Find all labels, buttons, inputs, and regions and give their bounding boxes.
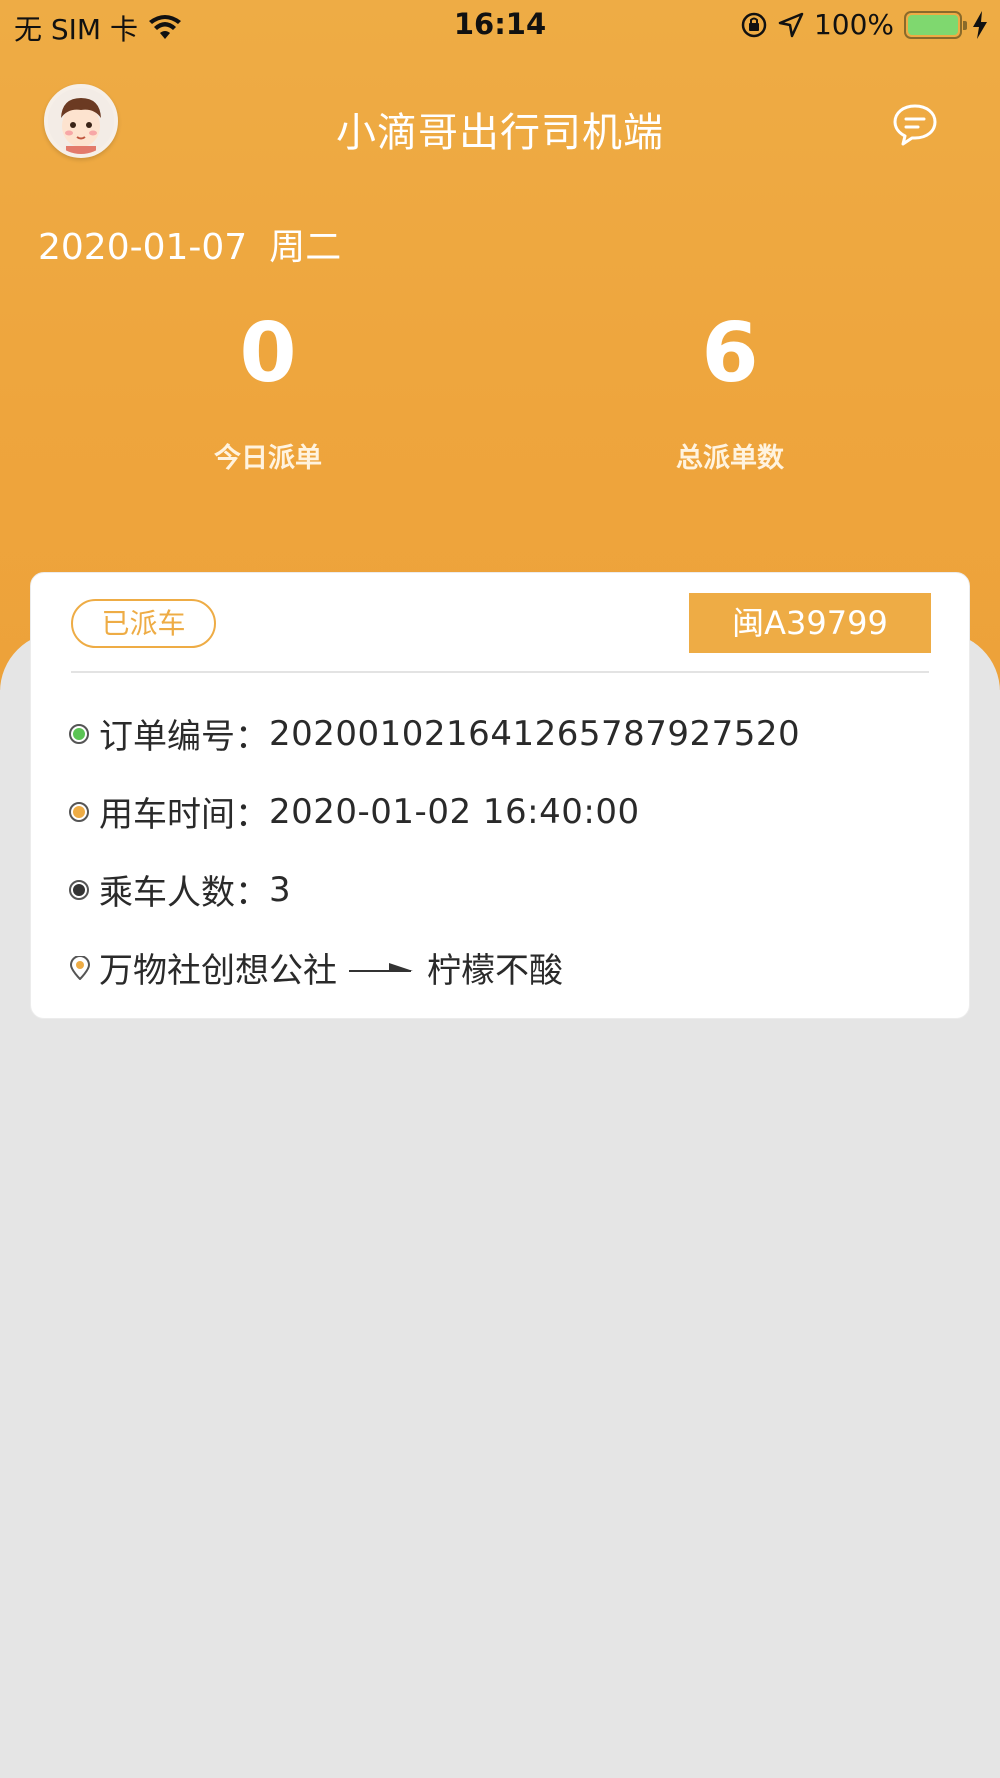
status-right: 100% [740, 8, 988, 41]
total-dispatch-stat: 6 总派单数 [580, 306, 880, 475]
orange-dot-icon [69, 801, 89, 822]
order-card[interactable]: 已派车 闽A39799 订单编号： 2020010216412657879275… [30, 572, 970, 1019]
message-icon[interactable] [890, 100, 940, 150]
license-plate: 闽A39799 [689, 593, 931, 653]
today-dispatch-label: 今日派单 [214, 443, 322, 474]
passengers-label: 乘车人数： [99, 873, 269, 913]
route-arrow-icon [349, 962, 413, 972]
status-bar: 无 SIM 卡 16:14 100% [0, 0, 1000, 50]
current-date: 2020-01-07 [38, 227, 248, 268]
order-number-value: 202001021641265787927520 [269, 713, 801, 754]
location-arrow-icon [778, 12, 804, 37]
ride-time-value: 2020-01-02 16:40:00 [269, 791, 640, 832]
passengers-value: 3 [269, 869, 292, 910]
app-title: 小滴哥出行司机端 [336, 110, 664, 156]
green-dot-icon [69, 723, 89, 744]
route-origin: 万物社创想公社 [99, 951, 337, 991]
today-dispatch-count: 0 [239, 306, 297, 401]
date-line: 2020-01-07 周二 [38, 218, 341, 270]
order-number-label: 订单编号： [99, 717, 269, 757]
ride-time-label: 用车时间： [99, 795, 269, 835]
order-number-row: 订单编号： 202001021641265787927520 [69, 709, 800, 758]
battery-level [908, 14, 958, 35]
orientation-lock-icon [741, 12, 767, 37]
total-dispatch-count: 6 [701, 306, 759, 401]
passengers-row: 乘车人数： 3 [69, 865, 291, 914]
route-destination: 柠檬不酸 [427, 951, 563, 991]
ride-time-row: 用车时间： 2020-01-02 16:40:00 [69, 787, 640, 836]
total-dispatch-label: 总派单数 [676, 443, 784, 474]
charging-bolt-icon [973, 10, 987, 39]
driver-home-screen: 无 SIM 卡 16:14 100% 小滴哥出行司机端 2020-01-07 周… [0, 0, 1000, 1778]
route-row: 万物社创想公社 柠檬不酸 [69, 943, 563, 992]
battery-percent: 100% [813, 8, 894, 41]
location-pin-icon [69, 955, 91, 980]
order-status-badge: 已派车 [71, 599, 216, 648]
black-dot-icon [69, 879, 89, 900]
current-weekday: 周二 [269, 227, 342, 268]
battery-icon [904, 10, 967, 39]
card-divider [71, 671, 929, 673]
today-dispatch-stat: 0 今日派单 [118, 306, 418, 475]
